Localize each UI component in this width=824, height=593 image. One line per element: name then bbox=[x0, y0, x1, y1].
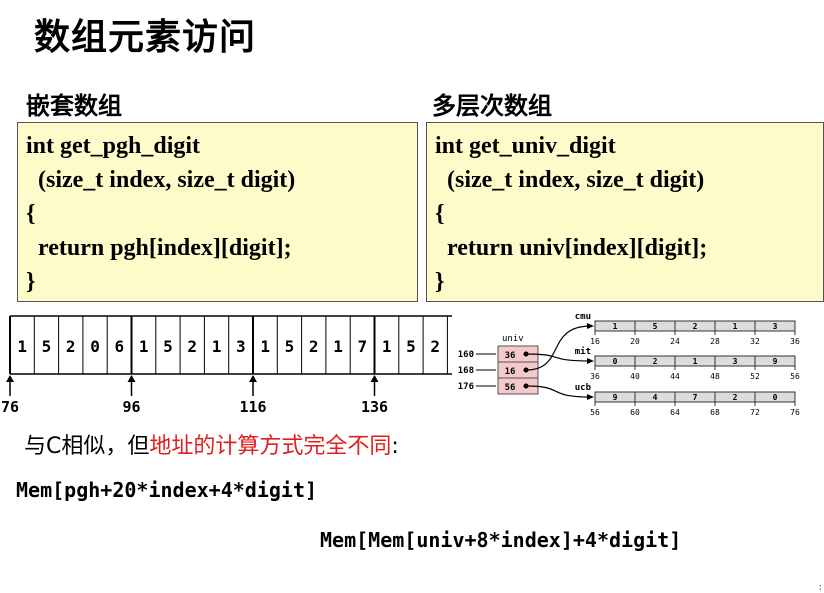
row-cell-value: 0 bbox=[773, 393, 778, 402]
address-arrow-head bbox=[249, 375, 257, 382]
note-highlight: 地址的计算方式完全不同 bbox=[149, 434, 392, 459]
row-address-label: 68 bbox=[710, 408, 720, 417]
row-cell-value: 4 bbox=[653, 393, 658, 402]
pointer-arrow-head bbox=[587, 394, 594, 400]
array-cell-value: 2 bbox=[309, 337, 319, 356]
array-cell-value: 2 bbox=[430, 337, 440, 356]
code-line: int get_univ_digit bbox=[435, 133, 616, 159]
nested-memory-diagram: 1 5 2 0 6 1 5 2 1 3 1 5 2 1 7 1 5 276 96 116 136 bbox=[1, 315, 452, 414]
row-address-label: 60 bbox=[630, 408, 640, 417]
code-line: return univ[index][digit]; bbox=[435, 235, 708, 261]
row-address-label: 56 bbox=[590, 408, 600, 417]
row-cell-value: 2 bbox=[653, 357, 658, 366]
row-name-label: mit bbox=[575, 346, 591, 357]
array-cell-value: 1 bbox=[260, 337, 270, 356]
code-line: } bbox=[26, 269, 36, 295]
address-label: 136 bbox=[361, 398, 388, 414]
address-arrow-head bbox=[6, 375, 14, 382]
array-cell-value: 5 bbox=[42, 337, 52, 356]
multi-code-box: int get_univ_digit (size_t index, size_t… bbox=[426, 122, 824, 302]
row-address-label: 28 bbox=[710, 337, 720, 346]
nested-array-heading: 嵌套数组 bbox=[26, 92, 122, 120]
row-cell-value: 5 bbox=[653, 322, 658, 331]
nested-address-formula: Mem[pgh+20*index+4*digit] bbox=[16, 478, 318, 502]
row-cell-value: 9 bbox=[773, 357, 778, 366]
address-label: 96 bbox=[122, 398, 140, 414]
row-address-label: 48 bbox=[710, 372, 720, 381]
row-address-label: 40 bbox=[630, 372, 640, 381]
row-address-label: 76 bbox=[790, 408, 800, 417]
row-address-label: 52 bbox=[750, 372, 760, 381]
multi-address-formula: Mem[Mem[univ+8*index]+4*digit] bbox=[320, 528, 682, 552]
code-line: { bbox=[435, 201, 445, 227]
row-cell-value: 3 bbox=[773, 322, 778, 331]
code-line: (size_t index, size_t digit) bbox=[26, 167, 296, 193]
address-arrow-head bbox=[370, 375, 379, 382]
row-cell-value: 2 bbox=[693, 322, 698, 331]
page-marker: : bbox=[818, 582, 822, 593]
row-address-label: 72 bbox=[750, 408, 760, 417]
row-cell-value: 1 bbox=[733, 322, 738, 331]
note-suffix: : bbox=[391, 434, 399, 459]
code-line: return pgh[index][digit]; bbox=[26, 235, 292, 261]
pointer-address: 168 bbox=[458, 366, 474, 376]
code-line: int get_pgh_digit bbox=[26, 133, 201, 159]
row-address-label: 32 bbox=[750, 337, 760, 346]
row-cell-value: 3 bbox=[733, 357, 738, 366]
row-address-label: 36 bbox=[790, 337, 800, 346]
row-address-label: 64 bbox=[670, 408, 680, 417]
row-cell-value: 7 bbox=[693, 393, 698, 402]
array-cell-value: 1 bbox=[382, 337, 392, 356]
row-cell-value: 0 bbox=[613, 357, 618, 366]
array-cell-value: 3 bbox=[236, 337, 246, 356]
array-cell-value: 5 bbox=[285, 337, 295, 356]
address-arrow-head bbox=[127, 375, 136, 382]
code-line: } bbox=[435, 269, 445, 295]
note-prefix: 与C相似，但 bbox=[24, 434, 150, 459]
array-cell-value: 1 bbox=[139, 337, 149, 356]
array-cell-value: 2 bbox=[66, 337, 76, 356]
array-cell-value: 5 bbox=[163, 337, 173, 356]
pointer-value: 36 bbox=[505, 351, 516, 361]
nested-code-box: int get_pgh_digit (size_t index, size_t … bbox=[17, 122, 418, 302]
row-address-label: 24 bbox=[670, 337, 680, 346]
array-cell-value: 1 bbox=[333, 337, 343, 356]
row-name-label: ucb bbox=[575, 383, 592, 393]
code-line: { bbox=[26, 201, 36, 227]
array-cell-value: 6 bbox=[115, 337, 125, 356]
note-text: 与C相似，但地址的计算方式完全不同: bbox=[24, 428, 399, 460]
multi-level-memory-diagram: univ361601616856176cmu1 5 2 1 316 20 24 28 32 36m… bbox=[458, 312, 800, 417]
array-cell-value: 1 bbox=[17, 337, 27, 356]
row-address-label: 16 bbox=[590, 337, 600, 346]
row-name-label: cmu bbox=[575, 312, 591, 322]
pointer-address: 176 bbox=[458, 382, 474, 392]
pointer-address: 160 bbox=[458, 350, 474, 360]
address-label: 116 bbox=[239, 398, 266, 414]
row-address-label: 36 bbox=[590, 372, 600, 381]
pointer-value: 16 bbox=[505, 367, 516, 377]
array-cell-value: 7 bbox=[358, 337, 368, 356]
row-cell-value: 2 bbox=[733, 393, 738, 402]
code-line: (size_t index, size_t digit) bbox=[435, 167, 705, 193]
row-address-label: 44 bbox=[670, 372, 680, 381]
array-cell-value: 0 bbox=[90, 337, 100, 356]
pointer-array-label: univ bbox=[502, 334, 524, 344]
row-cell-value: 1 bbox=[693, 357, 698, 366]
pointer-arrow-head bbox=[587, 358, 594, 364]
address-label: 76 bbox=[1, 398, 19, 414]
multi-level-array-heading: 多层次数组 bbox=[432, 92, 552, 120]
array-cell-value: 5 bbox=[406, 337, 416, 356]
row-cell-value: 9 bbox=[613, 393, 618, 402]
row-address-label: 20 bbox=[630, 337, 640, 346]
row-cell-value: 1 bbox=[613, 322, 618, 331]
row-address-label: 56 bbox=[790, 372, 800, 381]
array-cell-value: 1 bbox=[212, 337, 222, 356]
page-title: 数组元素访问 bbox=[34, 17, 257, 58]
array-cell-value: 2 bbox=[187, 337, 197, 356]
pointer-value: 56 bbox=[505, 383, 516, 393]
pointer-arrow-head bbox=[587, 323, 594, 329]
